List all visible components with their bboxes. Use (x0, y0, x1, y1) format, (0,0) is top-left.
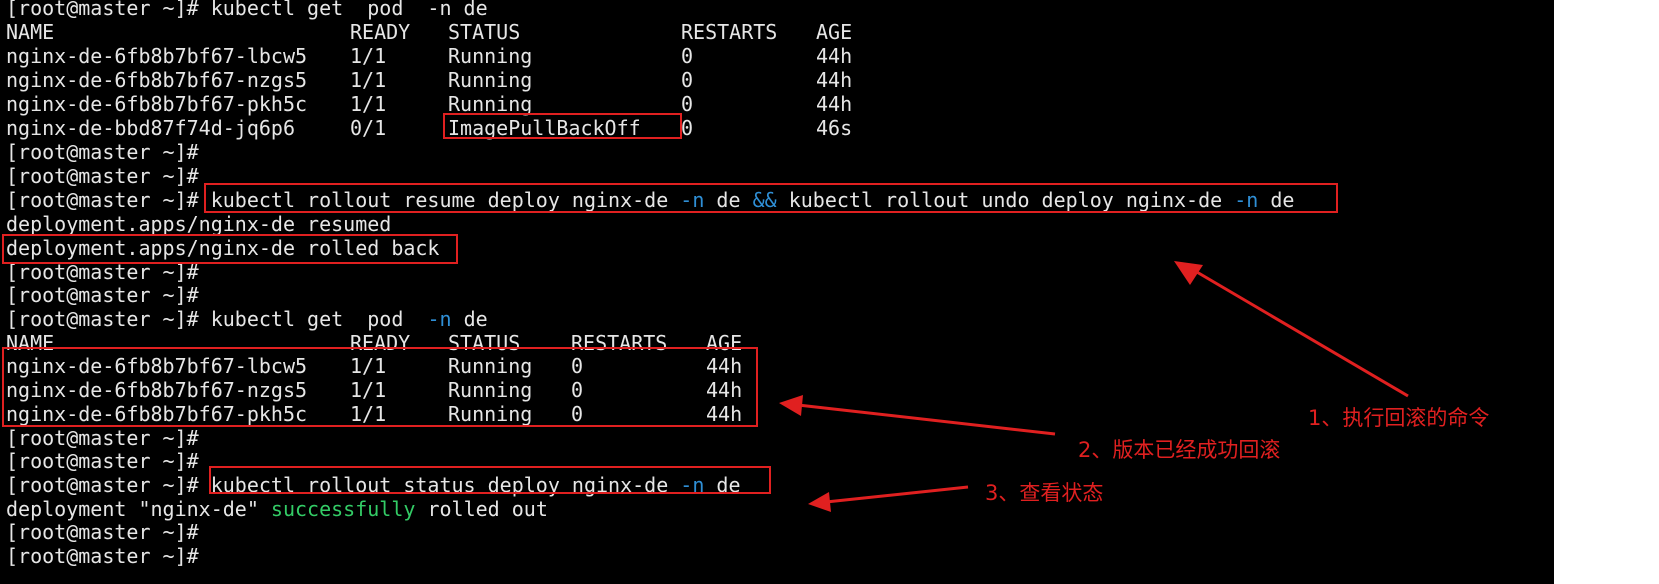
pod-age: 44h (816, 44, 853, 68)
terminal-window[interactable]: [root@master ~]# kubectl get pod -n de N… (0, 0, 1554, 584)
pod-restarts: 0 (681, 44, 694, 68)
pod-ready: 1/1 (350, 68, 387, 92)
flag-text: -n (427, 307, 452, 331)
col-ready-header: READY (350, 20, 411, 44)
background-panel (1554, 0, 1659, 584)
pod-name: nginx-de-6fb8b7bf67-pkh5c (6, 92, 308, 116)
success-text: successfully (270, 497, 416, 521)
pod-ready: 1/1 (350, 44, 387, 68)
shell-prompt: [root@master ~]# (6, 473, 199, 497)
shell-prompt: [root@master ~]# (6, 140, 199, 164)
command-text: kubectl get pod -n de (198, 0, 488, 20)
pod-name: nginx-de-bbd87f74d-jq6p6 (6, 116, 295, 140)
status-output-text: rolled out (415, 497, 548, 521)
command-text: kubectl get pod (198, 307, 428, 331)
shell-prompt: [root@master ~]# (6, 307, 199, 331)
shell-prompt: [root@master ~]# (6, 426, 199, 450)
shell-prompt: [root@master ~]# (6, 544, 199, 568)
pod-ready: 0/1 (350, 116, 387, 140)
highlight-box-rolled-back (2, 234, 458, 264)
pod-status: Running (448, 68, 533, 92)
pod-name: nginx-de-6fb8b7bf67-lbcw5 (6, 44, 308, 68)
terminal-line: [root@master ~]# kubectl get pod -n de (6, 307, 488, 331)
pod-age: 46s (816, 116, 853, 140)
command-text: de (451, 307, 488, 331)
pod-age: 44h (816, 92, 853, 116)
annotation-note-1: 1、执行回滚的命令 (1308, 406, 1490, 430)
pod-restarts: 0 (681, 68, 694, 92)
status-output-text: deployment "nginx-de" (6, 497, 271, 521)
highlight-box-status-command (209, 466, 771, 494)
terminal-line: [root@master ~]# kubectl get pod -n de (6, 0, 488, 20)
col-name-header: NAME (6, 20, 55, 44)
pod-ready: 1/1 (350, 92, 387, 116)
pod-name: nginx-de-6fb8b7bf67-nzgs5 (6, 68, 308, 92)
table-row: nginx-de-6fb8b7bf67-lbcw5 1/1 Running 0 … (6, 44, 906, 68)
shell-prompt: [root@master ~]# (6, 283, 199, 307)
pod-age: 44h (816, 68, 853, 92)
pod-restarts: 0 (681, 116, 694, 140)
table-row: nginx-de-6fb8b7bf67-nzgs5 1/1 Running 0 … (6, 68, 906, 92)
command-output: deployment.apps/nginx-de resumed (6, 212, 392, 236)
command-output: deployment "nginx-de" successfully rolle… (6, 497, 548, 521)
shell-prompt: [root@master ~]# (6, 188, 199, 212)
highlight-box-imagepullbackoff (443, 113, 682, 139)
shell-prompt: [root@master ~]# (6, 520, 199, 544)
shell-prompt: [root@master ~]# (6, 164, 199, 188)
shell-prompt: [root@master ~]# (6, 449, 199, 473)
col-status-header: STATUS (448, 20, 521, 44)
pod-status: Running (448, 44, 533, 68)
highlight-box-rollout-command (204, 183, 1338, 213)
highlight-box-running-pods (2, 347, 758, 427)
shell-prompt: [root@master ~]# (6, 0, 199, 20)
pod-restarts: 0 (681, 92, 694, 116)
table-header: NAME READY STATUS RESTARTS AGE (6, 20, 906, 44)
col-restarts-header: RESTARTS (681, 20, 778, 44)
annotation-note-3: 3、查看状态 (985, 481, 1104, 505)
col-age-header: AGE (816, 20, 853, 44)
annotation-note-2: 2、版本已经成功回滚 (1078, 438, 1281, 462)
